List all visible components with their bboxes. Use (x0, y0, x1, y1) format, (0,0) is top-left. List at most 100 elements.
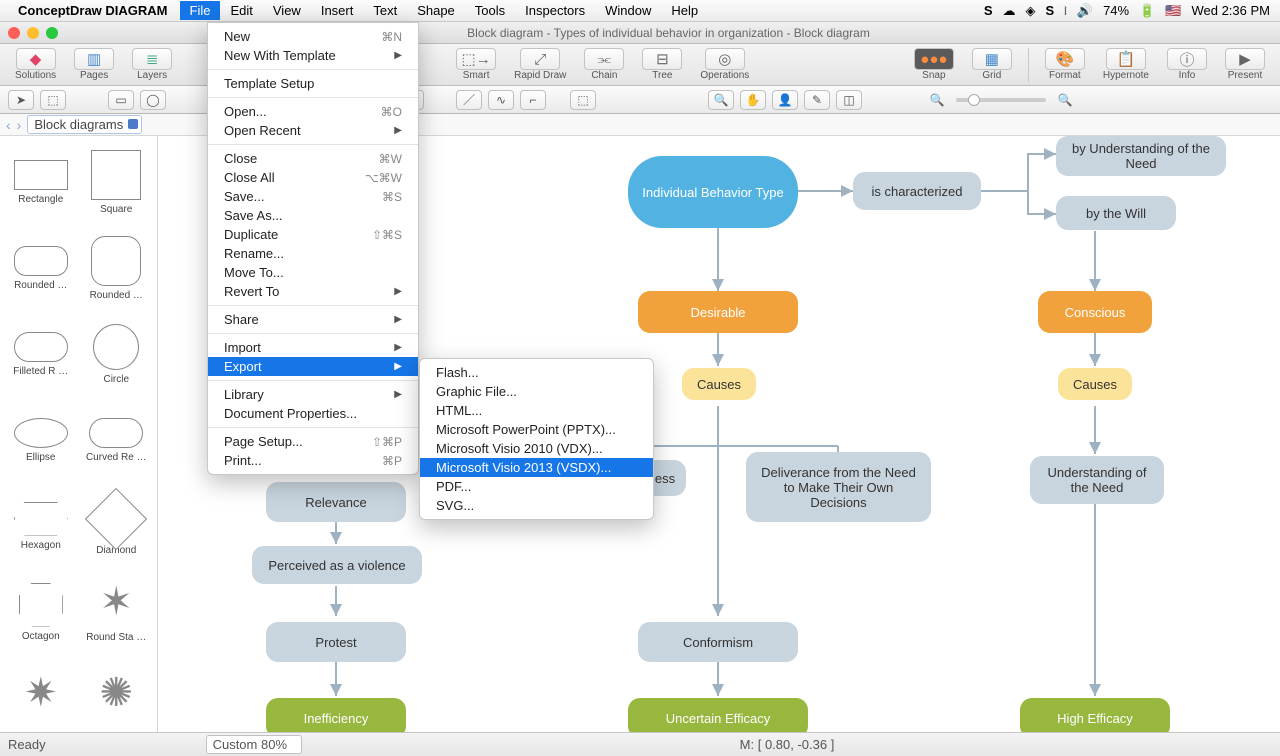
node-conformism[interactable]: Conformism (638, 622, 798, 662)
file-menu-close-all[interactable]: Close All⌥⌘W (208, 168, 418, 187)
file-menu-move-to-[interactable]: Move To... (208, 263, 418, 282)
shape-circle[interactable]: Circle (80, 312, 154, 396)
menu-view[interactable]: View (263, 1, 311, 20)
shape-tool[interactable]: ⬚ (570, 90, 596, 110)
shape-star2[interactable]: ✷ (4, 656, 78, 740)
node-characterized[interactable]: is characterized (853, 172, 981, 210)
zoom-in-icon[interactable]: 🔍 (708, 90, 734, 110)
file-menu-document-properties-[interactable]: Document Properties... (208, 404, 418, 423)
smart-button[interactable]: ⬚→Smart (447, 45, 505, 84)
tree-button[interactable]: ⊟Tree (633, 45, 691, 84)
clock[interactable]: Wed 2:36 PM (1191, 3, 1270, 18)
close-window-button[interactable] (8, 27, 20, 39)
node-conscious[interactable]: Conscious (1038, 291, 1152, 333)
diamond-icon[interactable]: ◈ (1025, 3, 1035, 19)
layers-button[interactable]: ≣Layers (123, 45, 181, 84)
export-microsoft-visio-2013-vsdx-[interactable]: Microsoft Visio 2013 (VSDX)... (420, 458, 653, 477)
shape-rrect[interactable]: Rounded … (4, 226, 78, 310)
rect-tool[interactable]: ▭ (108, 90, 134, 110)
file-menu-revert-to[interactable]: Revert To▶ (208, 282, 418, 301)
nav-fwd-icon[interactable]: › (17, 117, 22, 133)
line-tool-1[interactable]: ／ (456, 90, 482, 110)
export-microsoft-visio-2010-vdx-[interactable]: Microsoft Visio 2010 (VDX)... (420, 439, 653, 458)
menu-inspectors[interactable]: Inspectors (515, 1, 595, 20)
shape-star3[interactable]: ✺ (80, 656, 154, 740)
solutions-button[interactable]: ◆Solutions (6, 45, 65, 84)
file-menu-template-setup[interactable]: Template Setup (208, 74, 418, 93)
shape-hex[interactable]: Hexagon (4, 484, 78, 568)
zoom-out-button[interactable]: 🔍 (924, 90, 950, 110)
shape-rect[interactable]: Rectangle (4, 140, 78, 224)
person-tool[interactable]: 👤 (772, 90, 798, 110)
s-icon[interactable]: S (984, 3, 993, 18)
file-menu-print-[interactable]: Print...⌘P (208, 451, 418, 470)
file-menu-page-setup-[interactable]: Page Setup...⇧⌘P (208, 432, 418, 451)
line-tool-3[interactable]: ⌐ (520, 90, 546, 110)
pointer-tool[interactable]: ➤ (8, 90, 34, 110)
node-deliverance[interactable]: Deliverance from the Need to Make Their … (746, 452, 931, 522)
export-html-[interactable]: HTML... (420, 401, 653, 420)
node-understanding2[interactable]: Understanding of the Need (1030, 456, 1164, 504)
file-menu-save-as-[interactable]: Save As... (208, 206, 418, 225)
rapid-draw-button[interactable]: ⤢Rapid Draw (505, 45, 575, 84)
menu-insert[interactable]: Insert (311, 1, 364, 20)
file-menu-save-[interactable]: Save...⌘S (208, 187, 418, 206)
pages-button[interactable]: ▥Pages (65, 45, 123, 84)
export-graphic-file-[interactable]: Graphic File... (420, 382, 653, 401)
flag-icon[interactable]: 🇺🇸 (1165, 3, 1181, 19)
volume-icon[interactable]: 🔊 (1077, 3, 1093, 19)
menu-shape[interactable]: Shape (407, 1, 465, 20)
wifi-icon[interactable]: ⧘ (1064, 3, 1067, 19)
grid-button[interactable]: ▦Grid (963, 45, 1021, 84)
node-individual-behavior[interactable]: Individual Behavior Type (628, 156, 798, 228)
line-tool-2[interactable]: ∿ (488, 90, 514, 110)
minimize-window-button[interactable] (27, 27, 39, 39)
file-menu-new[interactable]: New⌘N (208, 27, 418, 46)
operations-button[interactable]: ◎Operations (691, 45, 758, 84)
eyedropper-tool[interactable]: ✎ (804, 90, 830, 110)
node-desirable[interactable]: Desirable (638, 291, 798, 333)
node-will[interactable]: by the Will (1056, 196, 1176, 230)
menu-tools[interactable]: Tools (465, 1, 515, 20)
shape-square[interactable]: Square (80, 140, 154, 224)
cloud-icon[interactable]: ☁ (1002, 3, 1015, 19)
ellipse-tool[interactable]: ◯ (140, 90, 166, 110)
file-menu-duplicate[interactable]: Duplicate⇧⌘S (208, 225, 418, 244)
shape-rsquare[interactable]: Rounded … (80, 226, 154, 310)
file-menu-import[interactable]: Import▶ (208, 338, 418, 357)
zoom-slider[interactable] (956, 98, 1046, 102)
marquee-tool[interactable]: ⬚ (40, 90, 66, 110)
file-menu-open-recent[interactable]: Open Recent▶ (208, 121, 418, 140)
present-button[interactable]: ▶Present (1216, 45, 1274, 84)
format-button[interactable]: 🎨Format (1036, 45, 1094, 84)
snap-button[interactable]: ●●●Snap (905, 45, 963, 84)
skype-icon[interactable]: S (1045, 3, 1054, 18)
file-menu-new-with-template[interactable]: New With Template▶ (208, 46, 418, 65)
node-violence[interactable]: Perceived as a violence (252, 546, 422, 584)
menu-edit[interactable]: Edit (220, 1, 262, 20)
info-button[interactable]: ⓘInfo (1158, 45, 1216, 84)
shape-diamond[interactable]: Diamond (80, 484, 154, 568)
file-menu-share[interactable]: Share▶ (208, 310, 418, 329)
export-pdf-[interactable]: PDF... (420, 477, 653, 496)
file-menu-library[interactable]: Library▶ (208, 385, 418, 404)
hypernote-button[interactable]: 📋Hypernote (1094, 45, 1158, 84)
node-understanding-need[interactable]: by Understanding of the Need (1056, 136, 1226, 176)
library-select[interactable]: Block diagrams (27, 115, 142, 134)
node-causes-right[interactable]: Causes (1058, 368, 1132, 400)
zoom-select[interactable]: Custom 80% (206, 735, 302, 754)
file-menu-open-[interactable]: Open...⌘O (208, 102, 418, 121)
shape-oct[interactable]: Octagon (4, 570, 78, 654)
file-menu-rename-[interactable]: Rename... (208, 244, 418, 263)
export-microsoft-powerpoint-pptx-[interactable]: Microsoft PowerPoint (PPTX)... (420, 420, 653, 439)
node-causes-left[interactable]: Causes (682, 368, 756, 400)
export-flash-[interactable]: Flash... (420, 363, 653, 382)
menu-file[interactable]: File (180, 1, 221, 20)
shape-ellipse[interactable]: Ellipse (4, 398, 78, 482)
shape-fillrect[interactable]: Filleted R … (4, 312, 78, 396)
nav-back-icon[interactable]: ‹ (6, 117, 11, 133)
export-svg-[interactable]: SVG... (420, 496, 653, 515)
shape-star[interactable]: ✶Round Sta … (80, 570, 154, 654)
menu-window[interactable]: Window (595, 1, 661, 20)
eraser-tool[interactable]: ◫ (836, 90, 862, 110)
